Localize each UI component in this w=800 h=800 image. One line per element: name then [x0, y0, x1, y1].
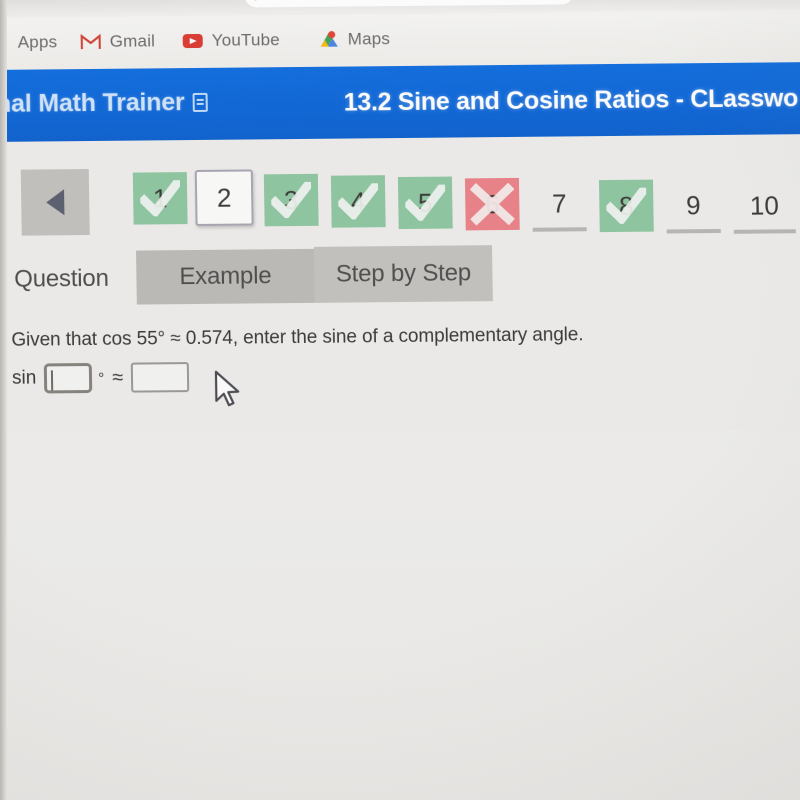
bookmark-youtube[interactable]: YouTube — [182, 25, 280, 56]
question-navigation: 1 2 3 4 5 6 7 8 9 10 — [0, 150, 800, 407]
app-brand[interactable]: rsonal Math Trainer — [0, 88, 208, 119]
browser-window: y...com/wwtb/api/viewer.pl Apps Gmail Yo… — [0, 0, 800, 800]
tab-example[interactable]: Example — [136, 248, 315, 305]
question-tabs: Question Example Step by Step — [0, 242, 800, 312]
check-icon — [405, 184, 446, 221]
question-box-2[interactable]: 2 — [194, 169, 254, 226]
check-icon — [270, 181, 312, 219]
app-header: rsonal Math Trainer 13.2 Sine and Cosine… — [0, 61, 800, 143]
question-box-6[interactable]: 6 — [464, 177, 520, 231]
app-brand-label: rsonal Math Trainer — [0, 88, 185, 119]
tab-label: Step by Step — [335, 259, 472, 288]
bookmark-apps[interactable]: Apps — [0, 27, 58, 58]
question-prompt: Given that cos 55° ≈ 0.574, enter the si… — [11, 324, 584, 351]
mouse-cursor — [214, 370, 240, 407]
approx-symbol: ≈ — [112, 366, 124, 389]
question-box-10[interactable]: 10 — [733, 181, 796, 234]
tab-step-by-step[interactable]: Step by Step — [313, 245, 493, 303]
question-box-3[interactable]: 3 — [263, 173, 319, 227]
google-maps-icon — [319, 31, 339, 49]
bookmark-label: Maps — [347, 29, 391, 49]
bookmark-label: Apps — [17, 32, 58, 52]
question-number: 2 — [216, 182, 232, 213]
apps-grid-icon — [0, 35, 9, 51]
bookmark-gmail[interactable]: Gmail — [80, 26, 156, 57]
arrow-left-icon — [46, 189, 65, 216]
check-icon — [139, 180, 181, 217]
tab-label: Example — [179, 262, 272, 291]
question-box-1[interactable]: 1 — [132, 172, 188, 225]
text-caret — [51, 370, 54, 391]
angle-input[interactable] — [44, 362, 93, 394]
bookmark-label: YouTube — [211, 30, 281, 50]
url-pill — [243, 0, 575, 8]
sin-label: sin — [11, 367, 37, 389]
first-question-button[interactable] — [0, 176, 4, 226]
degree-symbol: ° — [98, 369, 105, 387]
youtube-icon — [182, 33, 203, 49]
lesson-title: 13.2 Sine and Cosine Ratios - CLasswo — [343, 84, 799, 117]
gmail-icon — [80, 33, 101, 50]
question-box-9[interactable]: 9 — [665, 180, 721, 234]
bookmark-maps[interactable]: Maps — [318, 24, 390, 55]
check-icon — [337, 183, 379, 220]
question-box-8[interactable]: 8 — [598, 179, 654, 233]
cross-icon — [470, 182, 515, 226]
answer-row: sin ° ≈ — [12, 362, 190, 394]
question-box-7[interactable]: 7 — [531, 179, 587, 232]
bookmark-label: Gmail — [109, 31, 156, 51]
question-number: 7 — [551, 187, 567, 219]
tab-question[interactable]: Question — [0, 257, 127, 302]
result-input[interactable] — [131, 362, 190, 393]
tab-label: Question — [14, 264, 109, 293]
document-icon — [192, 92, 208, 113]
question-number: 9 — [685, 189, 701, 220]
bookmarks-bar: Apps Gmail YouTube Maps — [0, 9, 800, 68]
assignment-panel: 1 2 3 4 5 6 7 8 9 10 Question Example St… — [0, 133, 800, 800]
question-box-5[interactable]: 5 — [397, 176, 453, 230]
question-box-4[interactable]: 4 — [330, 175, 386, 228]
previous-question-button[interactable] — [20, 169, 90, 236]
question-number: 10 — [749, 189, 780, 221]
check-icon — [606, 187, 647, 225]
screen-photo: y...com/wwtb/api/viewer.pl Apps Gmail Yo… — [0, 0, 800, 800]
